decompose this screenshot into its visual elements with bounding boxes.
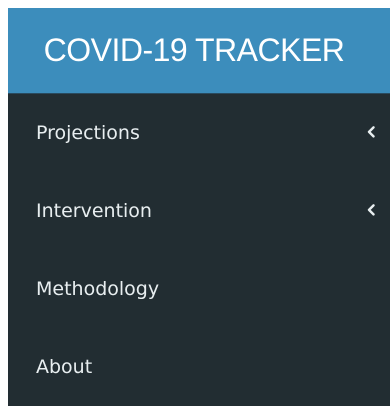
sidebar-panel: COVID-19 TRACKER Projections Interventio…	[8, 8, 390, 406]
chevron-left-icon[interactable]	[366, 203, 376, 217]
sidebar-item-intervention[interactable]: Intervention	[8, 172, 390, 250]
sidebar-item-label: Projections	[36, 122, 140, 144]
app-title: COVID-19 TRACKER	[43, 32, 345, 68]
app-header[interactable]: COVID-19 TRACKER	[8, 8, 390, 94]
sidebar-item-label: Intervention	[36, 200, 152, 222]
chevron-left-icon[interactable]	[366, 125, 376, 139]
sidebar-item-label: Methodology	[36, 278, 160, 300]
sidebar-item-methodology[interactable]: Methodology	[8, 250, 390, 328]
sidebar-item-label: About	[36, 356, 93, 378]
sidebar-menu: Projections Intervention Methodology Abo…	[8, 94, 390, 406]
sidebar-item-projections[interactable]: Projections	[8, 94, 390, 172]
sidebar-item-about[interactable]: About	[8, 328, 390, 406]
